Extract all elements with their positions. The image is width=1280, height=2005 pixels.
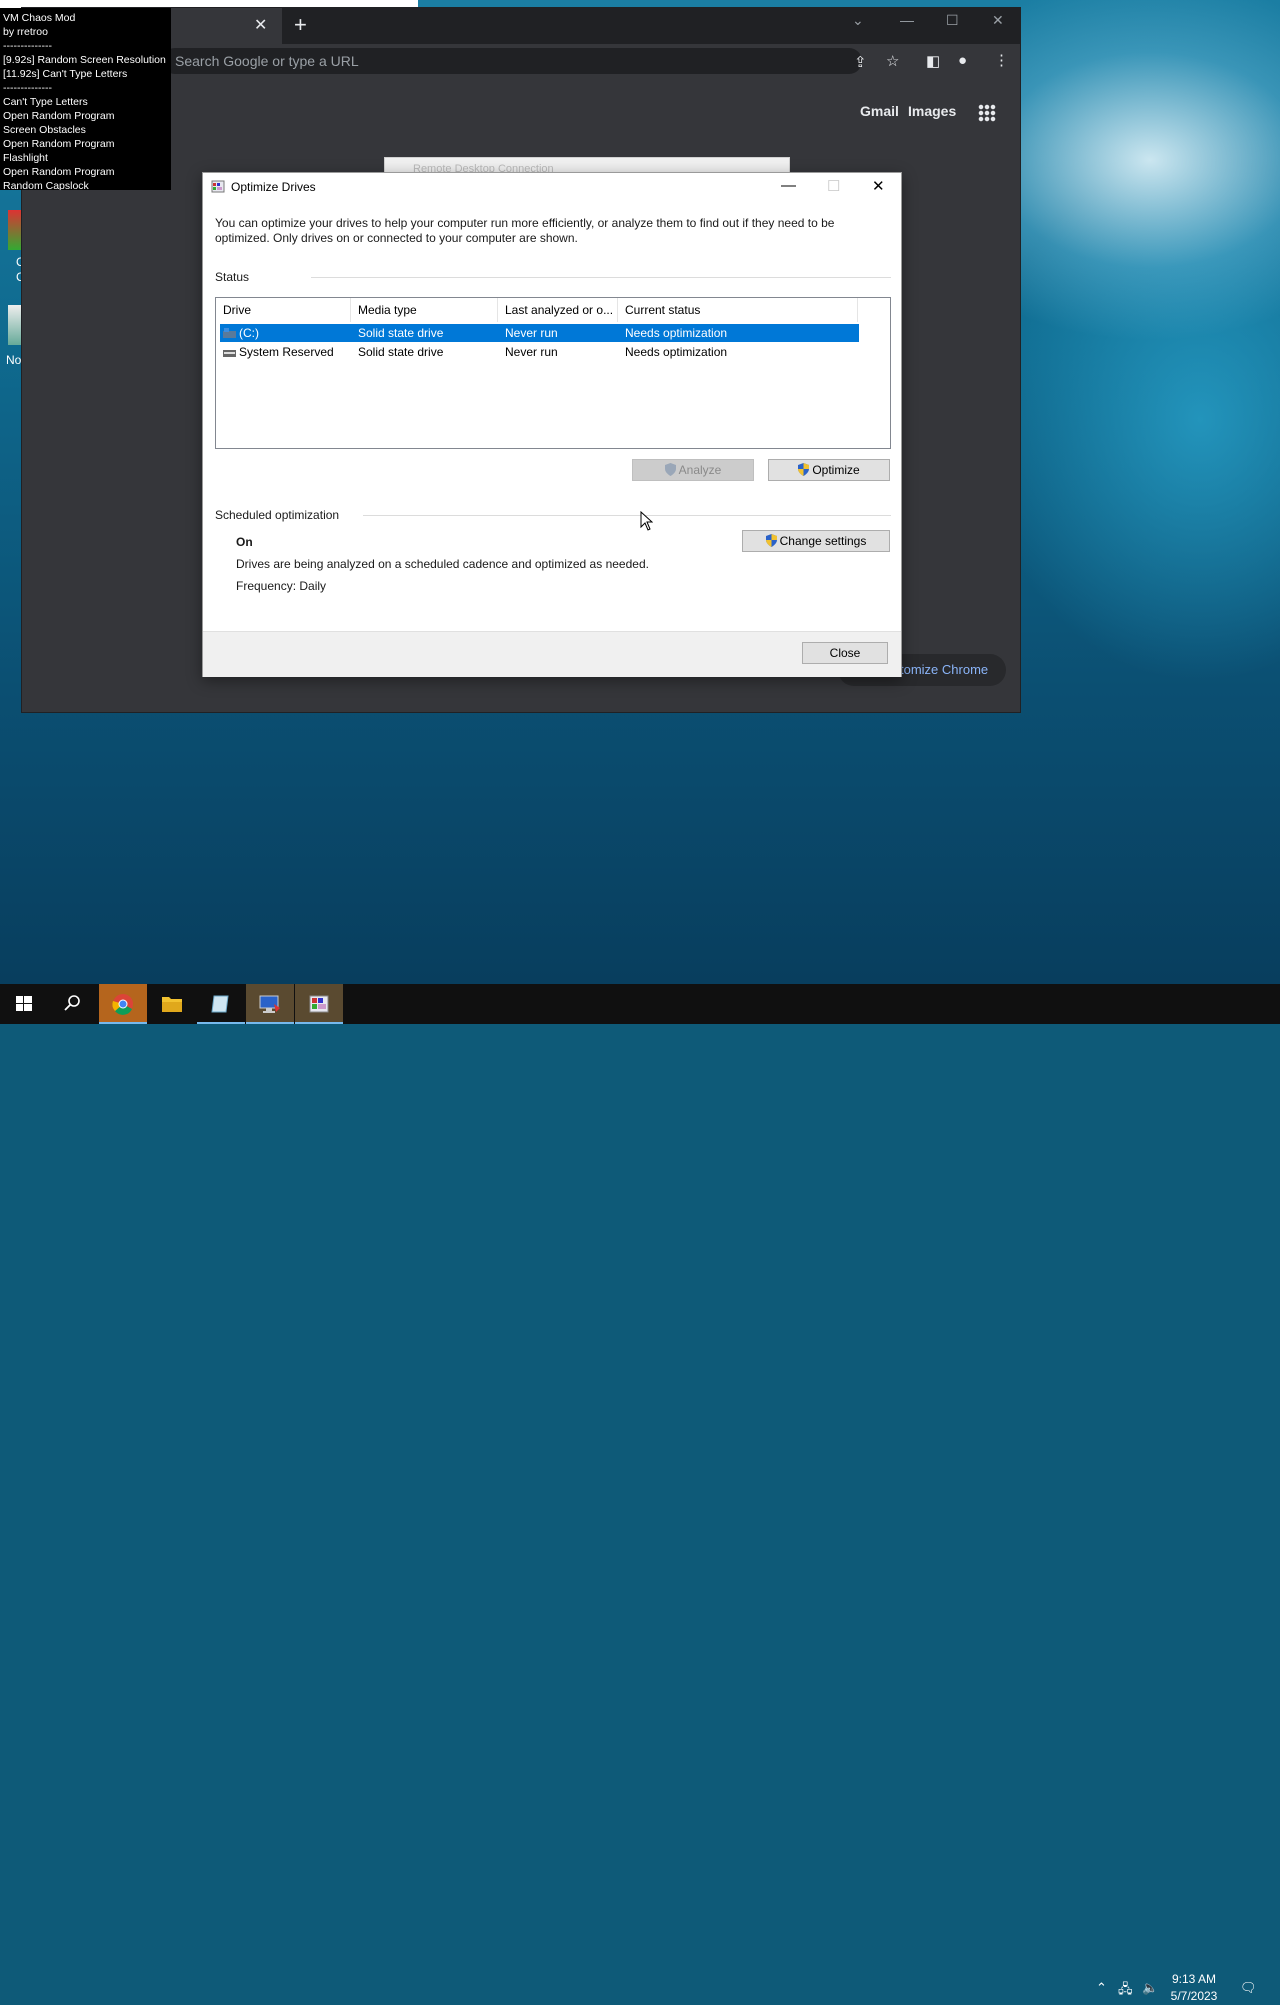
optimize-label: Optimize bbox=[812, 463, 860, 477]
drive-name: (C:) bbox=[239, 326, 259, 340]
chaos-line: -------------- bbox=[3, 40, 52, 52]
menu-icon[interactable]: ⋮ bbox=[994, 51, 1009, 69]
close-icon[interactable]: ✕ bbox=[872, 177, 885, 195]
notepad-icon bbox=[211, 995, 229, 1013]
chaos-line: Screen Obstacles bbox=[3, 124, 86, 136]
mouse-cursor-icon bbox=[640, 511, 653, 531]
network-icon[interactable]: 🖧 bbox=[1118, 1980, 1133, 2002]
shield-icon bbox=[664, 463, 676, 476]
change-settings-button[interactable]: Change settings bbox=[742, 530, 890, 552]
scheduled-heading: Scheduled optimization bbox=[215, 508, 340, 522]
shield-icon bbox=[798, 463, 810, 476]
optimize-button[interactable]: Optimize bbox=[768, 459, 890, 481]
clock-time: 9:13 AM bbox=[1171, 1972, 1217, 1986]
chaos-line: Random Capslock bbox=[3, 180, 89, 190]
chrome-icon bbox=[112, 994, 133, 1015]
divider bbox=[363, 515, 891, 516]
drive-name: System Reserved bbox=[239, 345, 334, 359]
column-header-last-analyzed[interactable]: Last analyzed or o... bbox=[498, 298, 618, 322]
new-tab-icon[interactable]: + bbox=[294, 14, 307, 36]
status-heading: Status bbox=[215, 270, 250, 284]
windows-icon bbox=[16, 996, 32, 1011]
defrag-icon bbox=[211, 180, 225, 193]
dialog-title: Optimize Drives bbox=[231, 180, 316, 194]
taskbar-optimize-drives[interactable] bbox=[295, 984, 343, 1024]
media-type: Solid state drive bbox=[358, 345, 444, 359]
column-header-current-status[interactable]: Current status bbox=[618, 298, 858, 322]
taskbar: ⌃ 🖧 🔈 9:13 AM 5/7/2023 🗨 bbox=[0, 984, 1280, 2003]
chaos-mod-overlay: VM Chaos Mod by rretroo -------------- [… bbox=[0, 8, 171, 190]
customize-chrome-label: tomize Chrome bbox=[900, 662, 989, 677]
chaos-line: VM Chaos Mod bbox=[3, 12, 76, 24]
maximize-icon[interactable]: ☐ bbox=[946, 12, 959, 29]
close-icon[interactable]: ✕ bbox=[992, 12, 1004, 29]
last-analyzed: Never run bbox=[505, 326, 558, 340]
volume-icon[interactable]: 🔈 bbox=[1142, 1980, 1158, 1996]
maximize-icon: ☐ bbox=[827, 178, 841, 195]
profile-icon[interactable]: ● bbox=[958, 52, 967, 69]
taskbar-chrome[interactable] bbox=[99, 984, 147, 1024]
column-header-media-type[interactable]: Media type bbox=[351, 298, 498, 322]
drives-list[interactable]: Drive Media type Last analyzed or o... C… bbox=[215, 297, 891, 449]
close-tab-icon[interactable]: ✕ bbox=[254, 16, 267, 36]
chaos-line: -------------- bbox=[3, 82, 52, 94]
star-icon[interactable]: ☆ bbox=[886, 52, 899, 70]
chaos-line: Flashlight bbox=[3, 152, 48, 164]
chaos-line: [9.92s] Random Screen Resolution bbox=[3, 54, 166, 66]
shield-icon bbox=[765, 534, 777, 547]
start-button[interactable] bbox=[0, 984, 48, 1024]
taskbar-notepad[interactable] bbox=[197, 984, 245, 1024]
dialog-footer bbox=[203, 631, 901, 677]
table-row[interactable]: System Reserved Solid state drive Never … bbox=[220, 343, 859, 361]
schedule-description: Drives are being analyzed on a scheduled… bbox=[236, 557, 649, 571]
defrag-icon bbox=[309, 995, 329, 1013]
remote-desktop-icon bbox=[259, 995, 280, 1013]
intro-text: You can optimize your drives to help you… bbox=[215, 216, 835, 245]
clock-date: 5/7/2023 bbox=[1170, 1989, 1218, 2003]
chaos-line: Open Random Program bbox=[3, 166, 115, 178]
chevron-down-icon[interactable]: ⌄ bbox=[852, 12, 864, 29]
clock[interactable]: 9:13 AM 5/7/2023 bbox=[1170, 1971, 1218, 2005]
change-settings-label: Change settings bbox=[779, 534, 867, 548]
column-header-drive[interactable]: Drive bbox=[216, 298, 351, 322]
desktop-icon-label: No bbox=[6, 353, 22, 367]
drive-icon bbox=[223, 350, 236, 357]
images-link[interactable]: Images bbox=[908, 103, 956, 119]
chaos-line: Can't Type Letters bbox=[3, 96, 88, 108]
chaos-line: Open Random Program bbox=[3, 110, 115, 122]
close-button[interactable]: Close bbox=[802, 642, 888, 664]
analyze-button[interactable]: Analyze bbox=[632, 459, 754, 481]
apps-grid-icon[interactable] bbox=[978, 104, 996, 122]
taskbar-remote-desktop[interactable] bbox=[246, 984, 294, 1024]
optimize-drives-dialog: Optimize Drives — ☐ ✕ You can optimize y… bbox=[202, 172, 902, 677]
share-icon[interactable]: ⇪ bbox=[854, 53, 867, 71]
chaos-line: by rretroo bbox=[3, 26, 48, 38]
top-strip bbox=[0, 0, 418, 8]
minimize-icon[interactable]: — bbox=[900, 12, 914, 28]
media-type: Solid state drive bbox=[358, 326, 444, 340]
folder-icon bbox=[162, 997, 182, 1012]
chaos-line: [11.92s] Can't Type Letters bbox=[3, 68, 128, 80]
notifications-icon[interactable]: 🗨 bbox=[1240, 1980, 1257, 1996]
schedule-frequency: Frequency: Daily bbox=[236, 579, 327, 593]
table-row[interactable]: (C:) Solid state drive Never run Needs o… bbox=[220, 324, 859, 342]
current-status: Needs optimization bbox=[625, 326, 728, 340]
last-analyzed: Never run bbox=[505, 345, 558, 359]
search-button[interactable] bbox=[48, 984, 96, 1024]
omnibox-placeholder[interactable]: Search Google or type a URL bbox=[175, 53, 359, 69]
schedule-state: On bbox=[236, 535, 253, 549]
analyze-label: Analyze bbox=[678, 463, 722, 477]
divider bbox=[311, 277, 891, 278]
chaos-line: Open Random Program bbox=[3, 138, 115, 150]
gmail-link[interactable]: Gmail bbox=[860, 103, 899, 119]
taskbar-file-explorer[interactable] bbox=[148, 984, 196, 1024]
current-status: Needs optimization bbox=[625, 345, 728, 359]
system-drive-icon bbox=[223, 328, 236, 338]
side-panel-icon[interactable]: ◧ bbox=[926, 52, 940, 70]
search-icon bbox=[64, 995, 80, 1011]
minimize-icon[interactable]: — bbox=[781, 177, 796, 194]
chevron-up-icon[interactable]: ⌃ bbox=[1096, 1980, 1107, 1996]
close-label: Close bbox=[829, 646, 861, 660]
